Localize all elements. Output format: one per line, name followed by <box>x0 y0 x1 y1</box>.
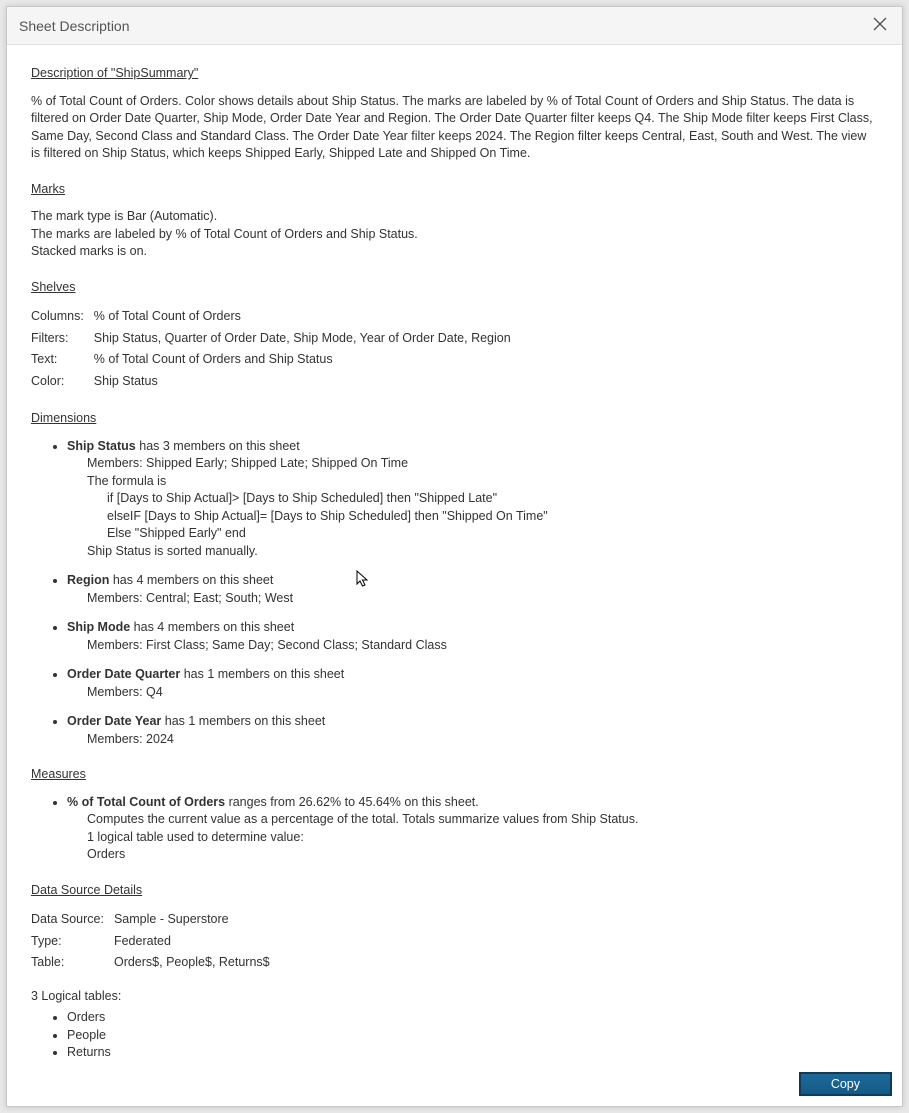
datasource-heading: Data Source Details <box>31 882 878 900</box>
dim-formula-line: elseIF [Days to Ship Actual]= [Days to S… <box>107 508 878 526</box>
marks-line: The mark type is Bar (Automatic). <box>31 208 878 226</box>
description-heading: Description of "ShipSummary" <box>31 65 878 83</box>
logical-table: Returns <box>67 1044 878 1062</box>
dim-name: Order Date Year <box>67 714 161 728</box>
dim-tail: has 4 members on this sheet <box>109 573 273 587</box>
marks-heading: Marks <box>31 181 878 199</box>
sheet-description-dialog: Sheet Description Description of "ShipSu… <box>6 6 903 1107</box>
dim-members: Members: First Class; Same Day; Second C… <box>87 637 878 655</box>
marks-line: Stacked marks is on. <box>31 243 878 261</box>
shelves-text-key: Text: <box>31 349 94 371</box>
measures-heading: Measures <box>31 766 878 784</box>
dim-formula-intro: The formula is <box>87 473 878 491</box>
dimension-ship-mode: Ship Mode has 4 members on this sheet Me… <box>67 619 878 654</box>
logical-tables-intro: 3 Logical tables: <box>31 988 878 1006</box>
ds-key: Data Source: <box>31 909 114 931</box>
dimension-order-date-year: Order Date Year has 1 members on this sh… <box>67 713 878 748</box>
measure-table: Orders <box>87 846 878 864</box>
dim-name: Order Date Quarter <box>67 667 180 681</box>
dialog-title: Sheet Description <box>19 18 130 34</box>
dialog-header: Sheet Description <box>7 7 902 45</box>
dimensions-list: Ship Status has 3 members on this sheet … <box>31 438 878 749</box>
dim-members: Members: Central; East; South; West <box>87 590 878 608</box>
logical-tables-list: Orders People Returns <box>31 1009 878 1062</box>
dim-tail: has 3 members on this sheet <box>136 439 300 453</box>
dimension-ship-status: Ship Status has 3 members on this sheet … <box>67 438 878 561</box>
measure-name: % of Total Count of Orders <box>67 795 225 809</box>
measure-logical: 1 logical table used to determine value: <box>87 829 878 847</box>
measure-tail: ranges from 26.62% to 45.64% on this she… <box>225 795 479 809</box>
measure-computes: Computes the current value as a percenta… <box>87 811 878 829</box>
close-icon <box>873 17 887 34</box>
dim-members: Members: Q4 <box>87 684 878 702</box>
shelves-columns-val: % of Total Count of Orders <box>94 306 521 328</box>
dim-members: Members: Shipped Early; Shipped Late; Sh… <box>87 455 878 473</box>
dim-formula-line: if [Days to Ship Actual]> [Days to Ship … <box>107 490 878 508</box>
dialog-body: Description of "ShipSummary" % of Total … <box>7 45 902 1066</box>
dim-tail: has 1 members on this sheet <box>161 714 325 728</box>
dimension-region: Region has 4 members on this sheet Membe… <box>67 572 878 607</box>
dim-members: Members: 2024 <box>87 731 878 749</box>
dim-sort-note: Ship Status is sorted manually. <box>87 543 878 561</box>
copy-button[interactable]: Copy <box>799 1072 892 1096</box>
dim-tail: has 1 members on this sheet <box>180 667 344 681</box>
dialog-footer: Copy <box>7 1066 902 1106</box>
measures-list: % of Total Count of Orders ranges from 2… <box>31 794 878 864</box>
measure-item: % of Total Count of Orders ranges from 2… <box>67 794 878 864</box>
dim-tail: has 4 members on this sheet <box>130 620 294 634</box>
datasource-table: Data Source: Sample - Superstore Type: F… <box>31 909 280 974</box>
description-body: % of Total Count of Orders. Color shows … <box>31 93 878 163</box>
dimensions-heading: Dimensions <box>31 410 878 428</box>
dim-name: Ship Status <box>67 439 136 453</box>
ds-type-key: Type: <box>31 931 114 953</box>
shelves-table: Columns: % of Total Count of Orders Filt… <box>31 306 521 392</box>
shelves-columns-key: Columns: <box>31 306 94 328</box>
shelves-color-key: Color: <box>31 371 94 393</box>
dim-formula-line: Else "Shipped Early" end <box>107 525 878 543</box>
dim-name: Region <box>67 573 109 587</box>
shelves-text-val: % of Total Count of Orders and Ship Stat… <box>94 349 521 371</box>
shelves-color-val: Ship Status <box>94 371 521 393</box>
logical-table: Orders <box>67 1009 878 1027</box>
ds-val: Sample - Superstore <box>114 909 280 931</box>
ds-table-val: Orders$, People$, Returns$ <box>114 952 280 974</box>
shelves-heading: Shelves <box>31 279 878 297</box>
dimension-order-date-quarter: Order Date Quarter has 1 members on this… <box>67 666 878 701</box>
shelves-filters-key: Filters: <box>31 328 94 350</box>
marks-line: The marks are labeled by % of Total Coun… <box>31 226 878 244</box>
logical-table: People <box>67 1027 878 1045</box>
ds-table-key: Table: <box>31 952 114 974</box>
shelves-filters-val: Ship Status, Quarter of Order Date, Ship… <box>94 328 521 350</box>
ds-type-val: Federated <box>114 931 280 953</box>
dim-name: Ship Mode <box>67 620 130 634</box>
close-button[interactable] <box>870 16 890 36</box>
